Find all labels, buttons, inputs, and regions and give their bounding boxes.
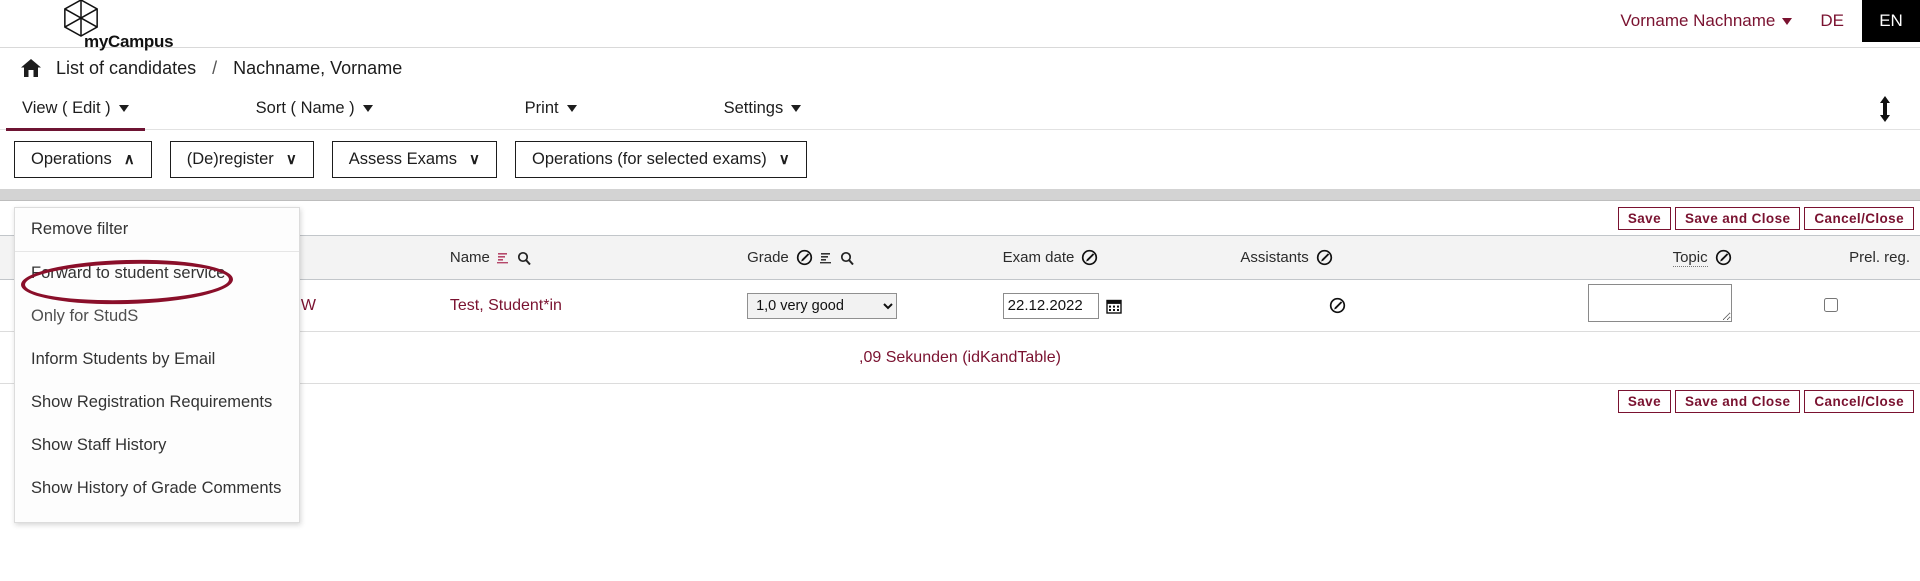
cell-topic [1444, 279, 1742, 332]
cancel-close-button-top[interactable]: Cancel/Close [1804, 206, 1914, 230]
breadcrumb: List of candidates / Nachname, Vorname [0, 48, 1920, 88]
search-icon[interactable] [517, 251, 531, 265]
col-grade[interactable]: Grade [737, 235, 993, 280]
breadcrumb-root[interactable]: List of candidates [56, 58, 196, 79]
dropdown-item-inform-students-by-email[interactable]: Inform Students by Email [15, 338, 299, 381]
user-menu[interactable]: Vorname Nachname [1610, 11, 1802, 31]
menu-item-sort-label: Sort ( Name ) [255, 99, 355, 117]
deregister-button-label: (De)register [186, 150, 274, 168]
chevron-up-icon: ∧ [123, 151, 135, 168]
menu-item-print[interactable]: Print [509, 88, 593, 130]
save-button-group-top: Save Save and Close Cancel/Close [1617, 206, 1914, 230]
search-icon[interactable] [840, 251, 854, 265]
menu-item-view[interactable]: View ( Edit ) [6, 88, 145, 131]
up-down-arrow-icon[interactable] [1878, 95, 1892, 122]
dropdown-item-only-for-studs[interactable]: Only for StudS [15, 295, 299, 338]
cancel-close-button-bottom[interactable]: Cancel/Close [1804, 389, 1914, 413]
edit-icon[interactable] [1081, 249, 1098, 266]
cell-prel-reg [1741, 279, 1920, 332]
col-topic[interactable]: Topic [1444, 235, 1742, 280]
operations-dropdown-menu: Remove filter Forward to student service… [14, 207, 300, 523]
action-button-bar: Operations ∧ (De)register ∨ Assess Exams… [0, 130, 1920, 189]
operations-selected-exams-label: Operations (for selected exams) [531, 150, 767, 168]
menu-item-print-label: Print [524, 99, 559, 117]
edit-icon[interactable] [1316, 249, 1333, 266]
user-name-label: Vorname Nachname [1620, 11, 1776, 30]
dropdown-item-forward-to-student-service[interactable]: Forward to student service [15, 252, 299, 295]
home-icon[interactable] [20, 58, 42, 78]
col-prel-reg-label: Prel. reg. [1849, 249, 1910, 266]
col-exam-date-label: Exam date [1002, 249, 1075, 266]
operations-selected-exams-button[interactable]: Operations (for selected exams) ∨ [514, 141, 807, 178]
toolbar-strip [0, 189, 1920, 201]
edit-icon[interactable] [1329, 297, 1346, 314]
calendar-icon[interactable] [1105, 298, 1122, 314]
caret-down-icon [1782, 17, 1793, 25]
brand-logo[interactable]: myCampus [56, 0, 174, 52]
cell-name[interactable]: Test, Student*in [439, 279, 738, 332]
col-exam-date[interactable]: Exam date [992, 235, 1231, 280]
dropdown-item-show-history-of-grade-comments[interactable]: Show History of Grade Comments [15, 467, 299, 510]
menu-item-settings-label: Settings [723, 99, 784, 117]
sort-icon[interactable] [819, 251, 833, 264]
menu-bar: View ( Edit ) Sort ( Name ) Print Settin… [0, 88, 1920, 131]
cell-exam-date [992, 279, 1231, 332]
save-and-close-button-bottom[interactable]: Save and Close [1675, 389, 1801, 413]
operations-button[interactable]: Operations ∧ [14, 141, 152, 178]
lang-en-button[interactable]: EN [1862, 0, 1920, 42]
chevron-down-icon: ∨ [285, 151, 297, 168]
top-right-controls: Vorname Nachname DE EN [1610, 0, 1920, 42]
menu-item-sort[interactable]: Sort ( Name ) [240, 88, 389, 130]
chevron-down-icon [362, 105, 373, 112]
col-grade-label: Grade [747, 249, 789, 266]
deregister-button[interactable]: (De)register ∨ [169, 141, 314, 178]
chevron-down-icon [118, 105, 129, 112]
dropdown-item-show-staff-history[interactable]: Show Staff History [15, 424, 299, 467]
assess-exams-button[interactable]: Assess Exams ∨ [331, 141, 497, 178]
sort-icon-active[interactable] [496, 251, 510, 264]
chevron-down-icon [566, 105, 577, 112]
exam-date-input[interactable] [1002, 292, 1099, 319]
topic-textarea[interactable] [1587, 284, 1732, 322]
app-page: myCampus Vorname Nachname DE EN List of … [0, 0, 1920, 581]
top-bar: myCampus Vorname Nachname DE EN [0, 0, 1920, 51]
menu-item-settings[interactable]: Settings [708, 88, 818, 130]
brand-name: myCampus [84, 32, 174, 51]
col-topic-label: Topic [1672, 248, 1708, 267]
chevron-down-icon: ∨ [778, 151, 790, 168]
cell-assistants [1230, 279, 1445, 332]
breadcrumb-current: Nachname, Vorname [233, 57, 403, 78]
col-assistants[interactable]: Assistants [1230, 235, 1445, 280]
menu-item-view-label: View ( Edit ) [22, 99, 111, 117]
chevron-down-icon [791, 105, 802, 112]
col-name[interactable]: Name [439, 235, 738, 280]
save-and-close-button-top[interactable]: Save and Close [1675, 206, 1801, 230]
breadcrumb-separator: / [212, 57, 218, 78]
edit-icon[interactable] [1715, 249, 1732, 266]
dropdown-item-remove-filter[interactable]: Remove filter [15, 208, 299, 252]
operations-button-label: Operations [31, 150, 112, 168]
save-button-group-bottom: Save Save and Close Cancel/Close [1617, 389, 1914, 413]
cell-grade: 1,0 very good [737, 279, 993, 332]
prel-reg-checkbox[interactable] [1824, 297, 1839, 312]
edit-icon[interactable] [796, 249, 813, 266]
dropdown-item-show-registration-requirements[interactable]: Show Registration Requirements [15, 381, 299, 424]
save-button-top[interactable]: Save [1617, 206, 1671, 230]
col-prel-reg: Prel. reg. [1741, 235, 1920, 280]
grade-select[interactable]: 1,0 very good [747, 292, 898, 319]
lang-de-button[interactable]: DE [1802, 11, 1862, 31]
save-button-bottom[interactable]: Save [1617, 389, 1671, 413]
chevron-down-icon: ∨ [469, 151, 480, 168]
col-name-label: Name [449, 249, 490, 266]
assess-exams-button-label: Assess Exams [348, 150, 457, 168]
col-assistants-label: Assistants [1240, 249, 1309, 266]
